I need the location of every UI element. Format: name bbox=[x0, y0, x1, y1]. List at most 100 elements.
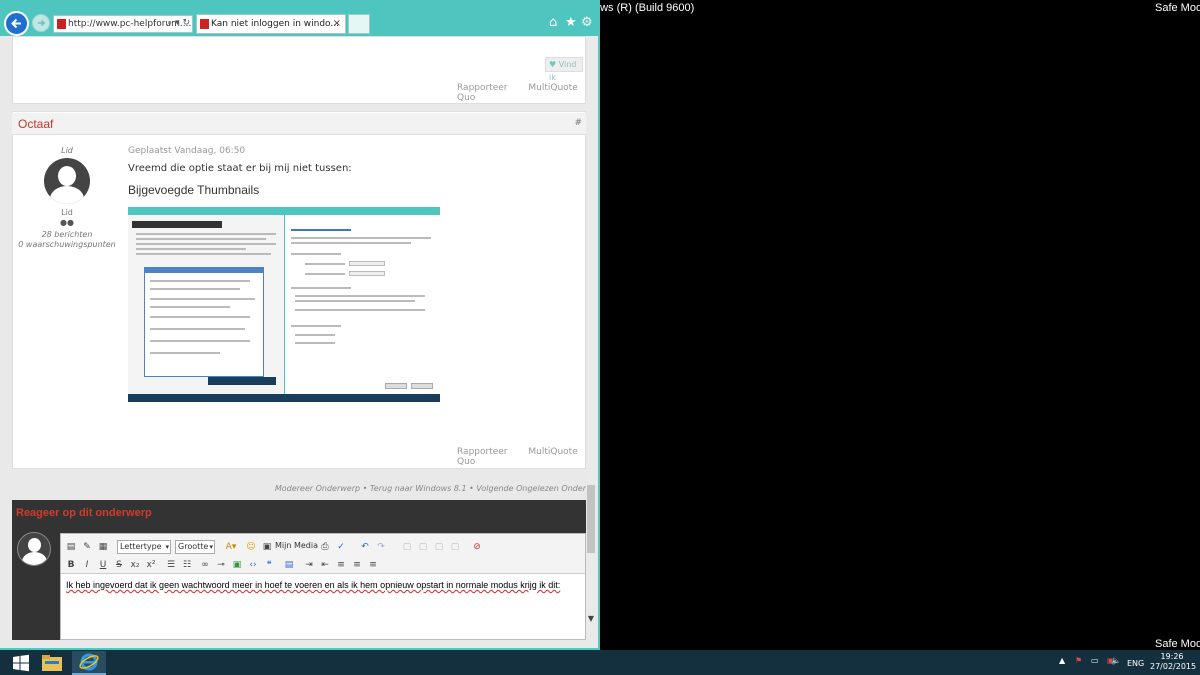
reply-avatar-head bbox=[28, 538, 41, 552]
undo-icon[interactable]: ↶ bbox=[359, 541, 371, 553]
post-actions: Rapporteer MultiQuote Quo bbox=[457, 447, 598, 467]
tab-close-icon[interactable]: × bbox=[333, 18, 341, 29]
editor-toolbar: ▤ ✎ ▦ Lettertype ▾ Grootte ▾ A▾ ☺ ▣ Mijn M… bbox=[61, 534, 585, 574]
new-tab-button[interactable] bbox=[348, 14, 370, 34]
spellcheck-icon[interactable]: ✓ bbox=[335, 541, 347, 553]
gear-icon[interactable]: ⚙ bbox=[581, 15, 593, 30]
text-color-icon[interactable]: A▾ bbox=[225, 541, 237, 553]
subscript-icon[interactable]: x₂ bbox=[129, 559, 141, 571]
safe-mode-label-top: Safe Mode bbox=[1155, 2, 1200, 14]
font-select[interactable]: Lettertype ▾ bbox=[117, 540, 171, 554]
strike-icon[interactable]: S bbox=[113, 559, 125, 571]
eraser-icon[interactable]: ✎ bbox=[81, 541, 93, 553]
avatar[interactable] bbox=[44, 158, 90, 204]
attachments-title: Bijgevoegde Thumbnails bbox=[128, 183, 260, 197]
multiquote-link[interactable]: MultiQuote bbox=[528, 83, 577, 93]
author-role: Lid bbox=[61, 146, 73, 155]
windows-logo-icon bbox=[13, 654, 29, 672]
post-number[interactable]: # bbox=[574, 118, 582, 128]
tab-active[interactable]: Kan niet inloggen in windo... × bbox=[196, 14, 346, 34]
editor-content[interactable]: Ik heb ingevoerd dat ik geen wachtwoord … bbox=[66, 580, 560, 590]
media-icon[interactable]: ▣ bbox=[261, 541, 273, 553]
thumbnail-settings-pane bbox=[284, 207, 440, 394]
multiquote-link[interactable]: MultiQuote bbox=[528, 447, 577, 457]
my-media-button[interactable]: Mijn Media bbox=[275, 541, 318, 550]
align-left-icon[interactable]: ≡ bbox=[335, 559, 347, 571]
post-author-link[interactable]: Octaaf bbox=[18, 117, 53, 131]
report-link[interactable]: Rapporteer bbox=[457, 83, 508, 93]
superscript-icon[interactable]: x² bbox=[145, 559, 157, 571]
underline-icon[interactable]: U bbox=[97, 559, 109, 571]
action-center-icon[interactable]: ⚑ bbox=[1075, 656, 1082, 665]
paste-text-icon[interactable]: ▢ bbox=[433, 541, 445, 553]
align-right-icon[interactable]: ≡ bbox=[367, 559, 379, 571]
clock[interactable]: 19:26 27/02/2015 bbox=[1150, 652, 1196, 672]
volume-icon[interactable]: 🔈 bbox=[1111, 656, 1121, 665]
home-icon[interactable]: ⌂ bbox=[549, 15, 557, 30]
spoiler-icon[interactable]: ▤ bbox=[283, 559, 295, 571]
align-center-icon[interactable]: ≡ bbox=[351, 559, 363, 571]
link-icon[interactable]: ∞ bbox=[199, 559, 211, 571]
paste-word-icon[interactable]: ▢ bbox=[449, 541, 461, 553]
emoticon-icon[interactable]: ☺ bbox=[245, 541, 257, 553]
language-indicator[interactable]: ENG bbox=[1127, 659, 1144, 668]
bullet-list-icon[interactable]: ☰ bbox=[165, 559, 177, 571]
thumbnail-dialog bbox=[144, 267, 264, 377]
cut-icon[interactable]: ▢ bbox=[401, 541, 413, 553]
topic-navigation-links[interactable]: Modereer Onderwerp • Terug naar Windows … bbox=[0, 484, 586, 493]
address-actions-icon[interactable]: ⌕ ▾ ↻ bbox=[167, 18, 190, 28]
reply-editor: ▤ ✎ ▦ Lettertype ▾ Grootte ▾ A▾ ☺ ▣ Mijn M… bbox=[60, 533, 586, 640]
font-select-label: Lettertype bbox=[120, 542, 162, 551]
copy-icon[interactable]: ▢ bbox=[417, 541, 429, 553]
back-button[interactable] bbox=[4, 11, 29, 36]
forward-button[interactable] bbox=[32, 14, 50, 32]
post-body: Vreemd die optie staat er bij mij niet t… bbox=[128, 163, 352, 174]
power-icon[interactable]: ▭ bbox=[1091, 656, 1099, 665]
site-favicon bbox=[57, 19, 66, 29]
quote-icon[interactable]: ❝ bbox=[263, 559, 275, 571]
paste-icon[interactable]: ▤ bbox=[65, 541, 77, 553]
rank-pips: ●● bbox=[60, 218, 74, 227]
reply-avatar bbox=[17, 532, 51, 566]
quote-link[interactable]: Quo bbox=[457, 457, 475, 467]
start-button[interactable] bbox=[4, 651, 38, 675]
file-explorer-button[interactable] bbox=[35, 651, 69, 675]
reply-avatar-body bbox=[22, 552, 47, 565]
report-link[interactable]: Rapporteer bbox=[457, 447, 508, 457]
indent-icon[interactable]: ⇥ bbox=[303, 559, 315, 571]
author-group: Lid bbox=[61, 208, 73, 217]
print-icon[interactable]: ⎙ bbox=[319, 541, 331, 553]
outdent-icon[interactable]: ⇤ bbox=[319, 559, 331, 571]
avatar-head bbox=[58, 166, 76, 186]
editor-content-text: Ik heb ingevoerd dat ik geen wachtwoord … bbox=[66, 580, 561, 590]
like-button[interactable]: ♥ Vind ik bbox=[545, 57, 583, 82]
image-icon[interactable]: ▣ bbox=[231, 559, 243, 571]
address-bar[interactable]: http://www.pc-helpforum.... ⌕ ▾ ↻ bbox=[53, 15, 193, 33]
remove-format-icon[interactable]: ⊘ bbox=[471, 541, 483, 553]
unlink-icon[interactable]: ⊸ bbox=[215, 559, 227, 571]
tab-title: Kan niet inloggen in windo... bbox=[211, 19, 339, 29]
page-viewport: ♥ Vind ik Rapporteer MultiQuote Quo Octa… bbox=[0, 36, 598, 648]
back-icon bbox=[11, 18, 21, 29]
browser-toolbar: http://www.pc-helpforum.... ⌕ ▾ ↻ Kan ni… bbox=[0, 0, 600, 36]
bold-icon[interactable]: B bbox=[65, 559, 77, 571]
previous-post-actions: Rapporteer MultiQuote Quo bbox=[457, 83, 598, 103]
chevron-down-icon: ▾ bbox=[209, 543, 213, 551]
source-icon[interactable]: ▦ bbox=[97, 541, 109, 553]
code-icon[interactable]: ‹› bbox=[247, 559, 259, 571]
quote-link[interactable]: Quo bbox=[457, 93, 475, 103]
italic-icon[interactable]: I bbox=[81, 559, 93, 571]
warning-points: 0 waarschuwingspunten bbox=[18, 240, 116, 249]
thumbnail-taskbar bbox=[128, 394, 440, 402]
post-header: Octaaf # bbox=[12, 113, 586, 135]
attachment-thumbnail[interactable] bbox=[128, 207, 440, 402]
windows-taskbar: ▲ ⚑ ▭ ▣ 🔈 ENG 19:26 27/02/2015 bbox=[0, 650, 1200, 675]
internet-explorer-button[interactable] bbox=[72, 651, 106, 675]
size-select[interactable]: Grootte ▾ bbox=[175, 540, 215, 554]
scroll-down-icon[interactable]: ▼ bbox=[588, 614, 594, 623]
star-icon[interactable]: ★ bbox=[565, 15, 577, 30]
scrollbar-thumb[interactable] bbox=[587, 485, 595, 553]
redo-icon[interactable]: ↷ bbox=[375, 541, 387, 553]
tray-overflow-icon[interactable]: ▲ bbox=[1059, 656, 1065, 665]
numbered-list-icon[interactable]: ☷ bbox=[181, 559, 193, 571]
